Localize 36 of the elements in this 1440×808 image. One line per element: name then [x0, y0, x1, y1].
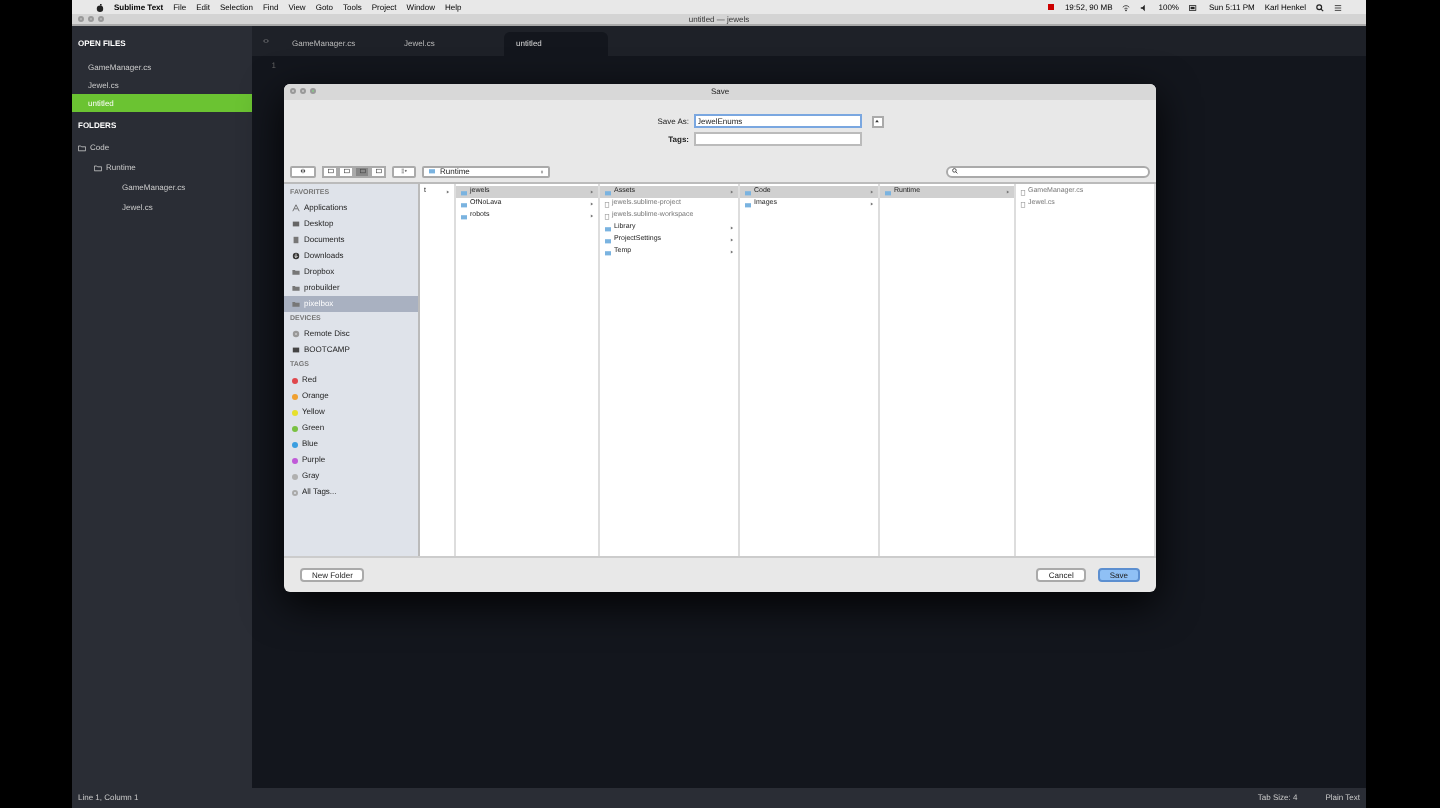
list-view-button[interactable] [338, 165, 354, 177]
download-icon [292, 252, 300, 260]
recording-icon [1048, 4, 1055, 10]
document-icon [292, 236, 300, 244]
expand-button[interactable] [871, 115, 883, 127]
disc-icon [292, 330, 300, 338]
drive-icon [292, 346, 300, 354]
folder-icon [78, 144, 86, 152]
back-forward-buttons[interactable] [290, 165, 316, 177]
caret-icon [874, 118, 880, 124]
search-icon [952, 168, 958, 174]
tags-field[interactable] [693, 132, 861, 146]
arrows-icon [296, 168, 310, 174]
arrows-icon [260, 38, 272, 44]
apple-icon [96, 3, 104, 11]
wifi-icon [1122, 3, 1131, 11]
view-icon [327, 168, 333, 174]
list-icon [1334, 3, 1342, 11]
arrange-icon [398, 168, 410, 174]
folder-icon [604, 189, 612, 195]
tab-scroll-arrows[interactable] [260, 38, 272, 44]
view-icon [359, 168, 365, 174]
battery-icon [1188, 3, 1199, 11]
folder-icon [94, 164, 102, 172]
view-icon [375, 168, 381, 174]
desktop-icon [292, 220, 300, 228]
column-view-button[interactable] [354, 165, 370, 177]
search-field[interactable] [946, 165, 1150, 177]
arrange-button[interactable] [392, 165, 416, 177]
search-icon [1316, 3, 1324, 11]
icon-view-button[interactable] [322, 165, 338, 177]
cover-flow-button[interactable] [370, 165, 386, 177]
apps-icon [292, 204, 300, 212]
view-icon [343, 168, 349, 174]
folder-icon [884, 189, 892, 195]
folder-icon [428, 168, 436, 174]
